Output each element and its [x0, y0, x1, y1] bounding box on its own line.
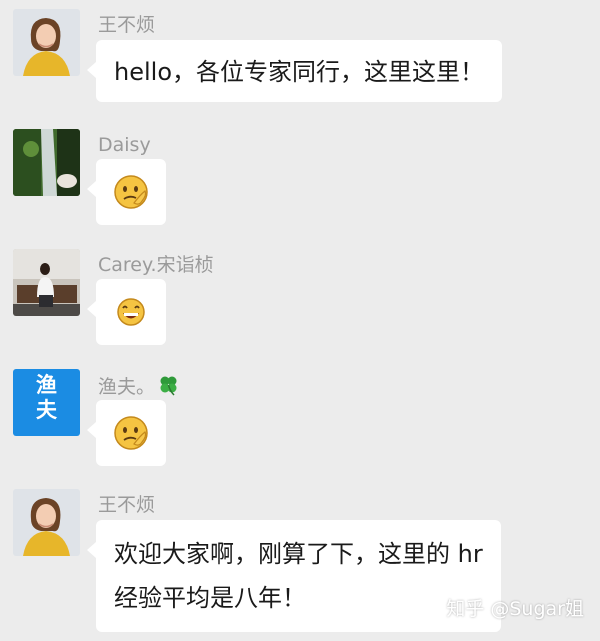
avatar[interactable]: [13, 9, 80, 76]
avatar[interactable]: 渔夫: [13, 369, 80, 436]
message-bubble[interactable]: [87, 279, 166, 345]
message-text-line: 经验平均是八年！: [114, 584, 306, 612]
message-bubble[interactable]: hello，各位专家同行，这里这里！: [87, 40, 502, 102]
sender-name: 王不烦: [98, 494, 156, 516]
message-bubble[interactable]: 欢迎大家啊，刚算了下，这里的 hr 经验平均是八年！: [87, 520, 501, 632]
message-text-line: 欢迎大家啊，刚算了下，这里的 hr: [114, 540, 483, 568]
watermark: 知乎 @Sugar姐: [446, 598, 584, 620]
thinking-face-emoji: [114, 416, 148, 450]
message-text: 欢迎大家啊，刚算了下，这里的 hr 经验平均是八年！: [96, 520, 501, 632]
message-text: hello，各位专家同行，这里这里！: [114, 58, 484, 86]
four-leaf-clover-icon: [157, 374, 179, 401]
avatar[interactable]: [13, 249, 80, 316]
message-bubble[interactable]: [87, 400, 166, 466]
message-bubble[interactable]: [87, 159, 166, 225]
grinning-face-emoji: [117, 298, 145, 326]
sender-name: Daisy: [98, 134, 151, 156]
sender-name: Carey.宋诣桢: [98, 254, 214, 276]
avatar-logo-text: 渔夫: [36, 373, 57, 422]
sender-name-text: 渔夫。: [98, 376, 156, 398]
sender-name: 渔夫。: [98, 374, 179, 401]
avatar[interactable]: [13, 129, 80, 196]
sender-name: 王不烦: [98, 14, 156, 36]
avatar[interactable]: [13, 489, 80, 556]
thinking-face-emoji: [114, 175, 148, 209]
